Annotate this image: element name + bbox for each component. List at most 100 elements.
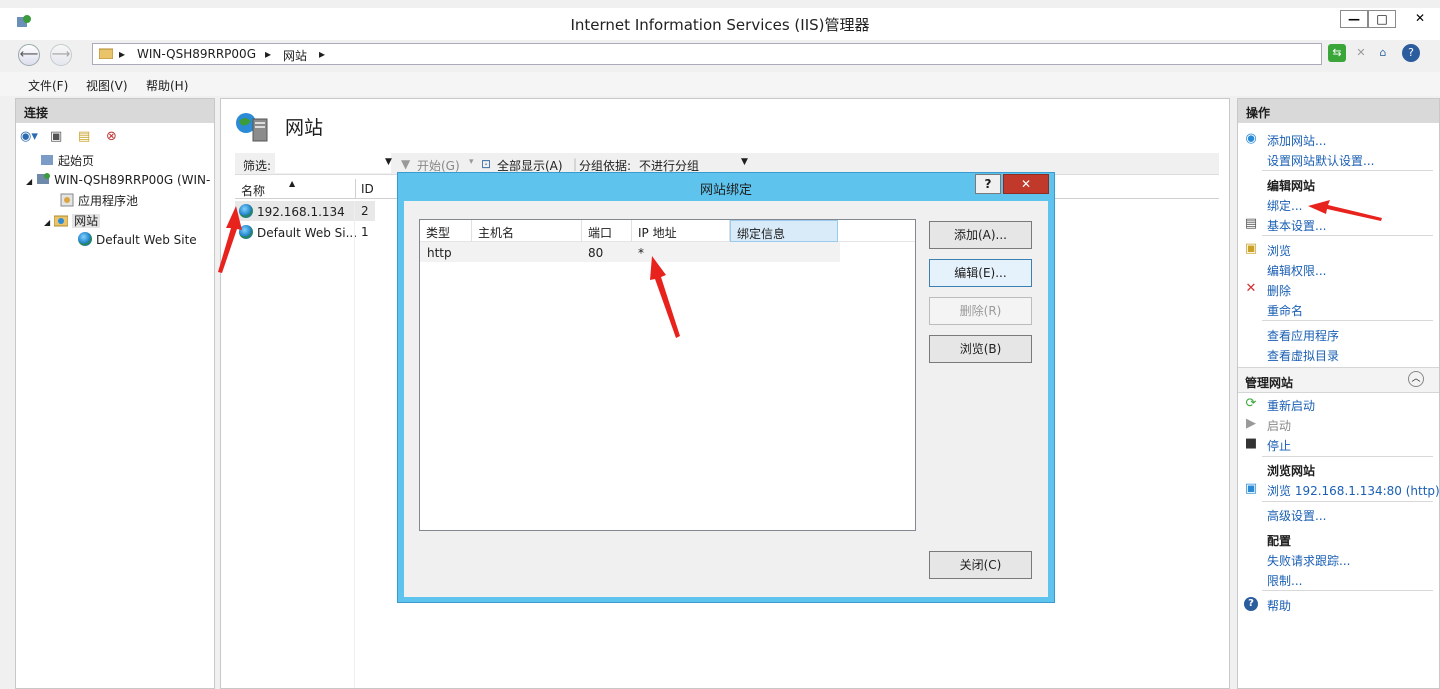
edit-permissions-link[interactable]: 编辑权限...: [1267, 262, 1326, 279]
stop-square-icon: ■: [1244, 436, 1258, 451]
browse-site-group: 浏览网站: [1267, 464, 1316, 478]
dialog-close-button[interactable]: ✕: [1003, 174, 1049, 194]
restart-link[interactable]: 重新启动: [1267, 397, 1315, 414]
dialog-help-button[interactable]: ?: [975, 174, 1001, 194]
failed-request-tracing-link[interactable]: 失败请求跟踪...: [1267, 552, 1350, 569]
col-id[interactable]: ID: [361, 182, 374, 196]
site-row[interactable]: Default Web Si... 1: [235, 222, 375, 242]
browse-folder-icon: ▣: [1244, 241, 1258, 256]
tree-start-page[interactable]: 起始页: [40, 152, 94, 169]
breadcrumb-sites[interactable]: 网站: [283, 47, 307, 64]
delete-link[interactable]: 删除: [1267, 282, 1291, 299]
col-binding-info[interactable]: 绑定信息: [730, 220, 838, 242]
tree-label: 网站: [72, 214, 101, 228]
limits-link[interactable]: 限制...: [1267, 572, 1302, 589]
site-row[interactable]: 192.168.1.134 2: [235, 201, 375, 221]
stop-link[interactable]: 停止: [1267, 437, 1291, 454]
site-id: 2: [361, 204, 369, 218]
add-site-link[interactable]: 添加网站...: [1267, 132, 1326, 149]
menu-help[interactable]: 帮助(H): [146, 77, 188, 94]
add-binding-button[interactable]: 添加(A)...: [929, 221, 1032, 249]
tree-label: Default Web Site: [96, 233, 197, 247]
actions-header: 操作: [1238, 99, 1439, 123]
forward-arrow-icon: ⟶: [51, 47, 71, 62]
browse-window-icon: ▣: [1244, 481, 1258, 496]
view-virtual-dirs-link[interactable]: 查看虚拟目录: [1267, 347, 1339, 364]
connections-header: 连接: [16, 99, 214, 123]
col-type[interactable]: 类型: [420, 220, 472, 242]
back-button[interactable]: ⟵: [18, 44, 40, 66]
connect-globe-icon[interactable]: ◉▾: [20, 129, 38, 144]
collapse-triangle-icon[interactable]: ◢: [26, 177, 32, 186]
column-divider: [355, 179, 356, 199]
browse-url-link[interactable]: 浏览 192.168.1.134:80 (http): [1267, 482, 1440, 499]
view-applications-link[interactable]: 查看应用程序: [1267, 327, 1339, 344]
help-circle-icon: ?: [1244, 597, 1258, 611]
edit-binding-button[interactable]: 编辑(E)...: [929, 259, 1032, 287]
col-ip-address[interactable]: IP 地址: [632, 220, 730, 242]
sites-page-icon: [235, 111, 269, 142]
home-icon[interactable]: ⌂: [1374, 44, 1392, 62]
title-bar: Internet Information Services (IIS)管理器 —…: [0, 0, 1440, 40]
basic-settings-link[interactable]: 基本设置...: [1267, 217, 1326, 234]
dialog-body: 类型 主机名 端口 IP 地址 绑定信息 http 80 * 添加(A)... …: [404, 201, 1048, 597]
close-window-button[interactable]: ✕: [1402, 10, 1438, 28]
maximize-button[interactable]: □: [1368, 10, 1396, 28]
manage-site-header[interactable]: 管理网站 ︿: [1238, 367, 1439, 393]
back-arrow-icon: ⟵: [19, 47, 39, 62]
collapse-chevron-icon[interactable]: ︿: [1408, 371, 1424, 387]
save-icon[interactable]: ▣: [50, 129, 62, 144]
tree-server[interactable]: ◢ WIN-QSH89RRP00G (WIN-: [26, 172, 210, 187]
tree-app-pools[interactable]: 应用程序池: [60, 192, 138, 209]
remove-binding-button[interactable]: 删除(R): [929, 297, 1032, 325]
site-defaults-link[interactable]: 设置网站默认设置...: [1267, 152, 1374, 169]
breadcrumb-server[interactable]: WIN-QSH89RRP00G: [137, 47, 256, 61]
forward-button[interactable]: ⟶: [50, 44, 72, 66]
browse-binding-button[interactable]: 浏览(B): [929, 335, 1032, 363]
restart-icon: ⟳: [1245, 396, 1257, 411]
help-link[interactable]: 帮助: [1267, 597, 1291, 614]
configure-group: 配置: [1267, 534, 1292, 548]
disconnect-icon[interactable]: ⊗: [106, 129, 117, 144]
site-name: 192.168.1.134: [257, 205, 345, 219]
advanced-settings-link[interactable]: 高级设置...: [1267, 507, 1326, 524]
bindings-list-header: 类型 主机名 端口 IP 地址 绑定信息: [420, 220, 915, 242]
tree-default-web-site[interactable]: Default Web Site: [78, 232, 197, 247]
delete-x-icon: ✕: [1245, 281, 1257, 296]
sites-folder-icon: [53, 213, 69, 227]
binding-row[interactable]: [420, 242, 840, 262]
breadcrumb-separator: ▸: [265, 47, 272, 61]
col-port[interactable]: 端口: [582, 220, 632, 242]
bindings-list[interactable]: 类型 主机名 端口 IP 地址 绑定信息 http 80 *: [419, 219, 916, 531]
rename-link[interactable]: 重命名: [1267, 302, 1303, 319]
col-name[interactable]: 名称: [241, 182, 265, 199]
stop-icon[interactable]: ✕: [1352, 44, 1370, 62]
refresh-icon[interactable]: ⇆: [1328, 44, 1346, 62]
tree-sites[interactable]: ◢ 网站: [44, 212, 101, 229]
toolbar-divider: |: [573, 157, 578, 171]
globe-icon: [78, 232, 92, 246]
filter-input[interactable]: [275, 153, 391, 173]
menu-file[interactable]: 文件(F): [28, 77, 68, 94]
start-dropdown-icon[interactable]: ▾: [469, 157, 474, 167]
address-path[interactable]: ▸ WIN-QSH89RRP00G ▸ 网站 ▸: [92, 43, 1322, 65]
up-folder-icon[interactable]: ▤: [78, 129, 90, 144]
manage-site-title: 管理网站: [1245, 376, 1294, 390]
browse-link[interactable]: 浏览: [1267, 242, 1291, 259]
filter-dropdown-icon[interactable]: ▼: [385, 157, 392, 167]
start-page-icon: [40, 153, 54, 167]
collapse-triangle-icon[interactable]: ◢: [44, 218, 50, 227]
menu-view[interactable]: 视图(V): [86, 77, 128, 94]
breadcrumb-separator: ▸: [119, 47, 126, 61]
group-by-dropdown-icon[interactable]: ▼: [741, 157, 748, 167]
separator: [1262, 456, 1433, 457]
close-dialog-button[interactable]: 关闭(C): [929, 551, 1032, 579]
col-hostname[interactable]: 主机名: [472, 220, 582, 242]
bindings-link[interactable]: 绑定...: [1267, 197, 1302, 214]
actions-panel: 操作 ◉ 添加网站... 设置网站默认设置... 编辑网站 绑定... ▤ 基本…: [1237, 98, 1440, 689]
server-icon: [36, 172, 51, 186]
minimize-button[interactable]: —: [1340, 10, 1368, 28]
folder-icon: [98, 47, 114, 62]
help-icon[interactable]: ?: [1402, 44, 1420, 62]
start-link[interactable]: 启动: [1267, 417, 1291, 434]
